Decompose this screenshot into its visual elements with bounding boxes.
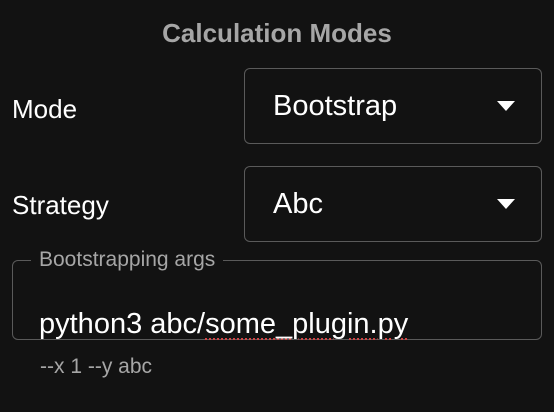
- mode-select[interactable]: Bootstrap: [244, 68, 542, 144]
- caret-down-icon: [497, 101, 515, 111]
- mode-label: Mode: [12, 94, 78, 124]
- strategy-select-value: Abc: [273, 188, 323, 220]
- bootstrapping-args-helper-text: --x 1 --y abc: [40, 355, 153, 378]
- strategy-label: Strategy: [12, 190, 109, 220]
- bootstrapping-args-input[interactable]: python3 abc/some_plugin.py: [39, 306, 521, 342]
- bootstrapping-args-field: Bootstrapping args python3 abc/some_plug…: [12, 248, 542, 340]
- mode-select-value: Bootstrap: [273, 90, 398, 122]
- args-value-misspelled: some_plugin.py: [205, 308, 409, 340]
- panel-title: Calculation Modes: [162, 18, 392, 48]
- bootstrapping-args-label: Bootstrapping args: [39, 248, 216, 271]
- caret-down-icon: [497, 199, 515, 209]
- args-value-prefix: python3 abc/: [39, 308, 206, 340]
- strategy-select[interactable]: Abc: [244, 166, 542, 242]
